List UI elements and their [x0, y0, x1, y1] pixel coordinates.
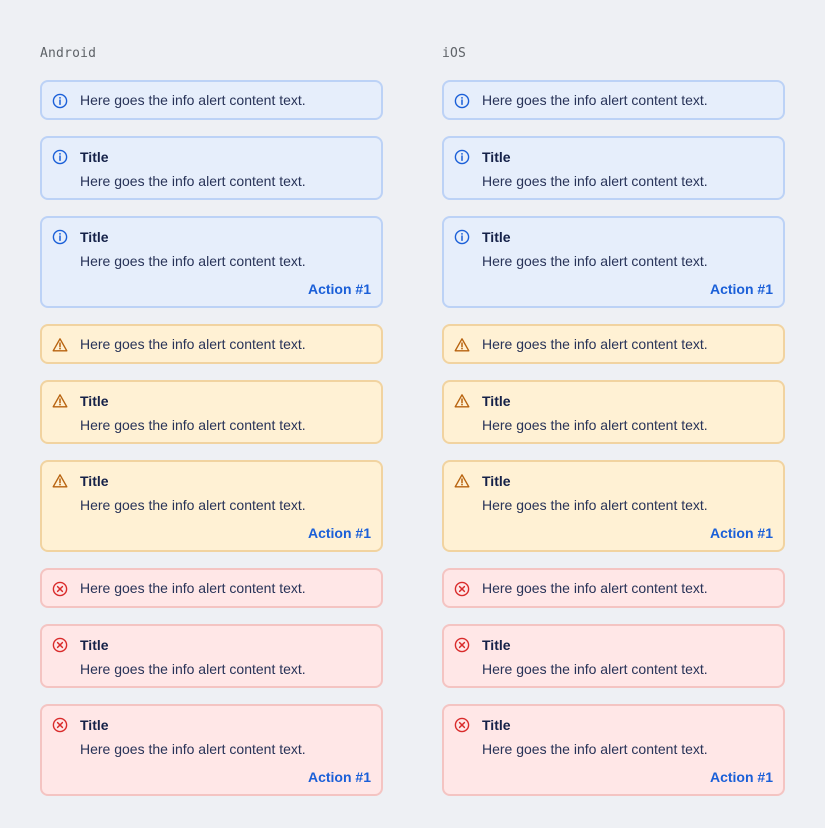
- warning-icon: [52, 393, 68, 409]
- error-icon: [454, 581, 470, 597]
- alert-text: Here goes the info alert content text.: [80, 92, 306, 108]
- error-alert: Here goes the info alert content text.: [40, 568, 383, 608]
- warning-alert-with-title: Title Here goes the info alert content te…: [442, 380, 785, 444]
- error-icon: [454, 717, 470, 733]
- info-alert-with-title: Title Here goes the info alert content te…: [442, 136, 785, 200]
- error-alert-with-action: Title Here goes the info alert content te…: [40, 704, 383, 796]
- alert-text: Here goes the info alert content text.: [482, 741, 708, 757]
- alert-action-button[interactable]: Action #1: [308, 524, 371, 542]
- error-icon: [52, 717, 68, 733]
- alert-action-button[interactable]: Action #1: [710, 524, 773, 542]
- info-alert-with-title: Title Here goes the info alert content te…: [40, 136, 383, 200]
- info-alert: Here goes the info alert content text.: [40, 80, 383, 120]
- alert-text: Here goes the info alert content text.: [80, 173, 306, 189]
- info-alert-with-action: Title Here goes the info alert content te…: [442, 216, 785, 308]
- info-icon: [454, 93, 470, 109]
- warning-alert: Here goes the info alert content text.: [442, 324, 785, 364]
- alert-title: Title: [482, 637, 511, 653]
- alert-text: Here goes the info alert content text.: [482, 661, 708, 677]
- alert-title: Title: [80, 473, 109, 489]
- alert-title: Title: [80, 717, 109, 733]
- info-icon: [52, 229, 68, 245]
- alert-action-button[interactable]: Action #1: [710, 768, 773, 786]
- warning-alert-with-action: Title Here goes the info alert content te…: [40, 460, 383, 552]
- alert-action-button[interactable]: Action #1: [308, 280, 371, 298]
- alert-text: Here goes the info alert content text.: [482, 336, 708, 352]
- alert-text: Here goes the info alert content text.: [482, 497, 708, 513]
- warning-alert: Here goes the info alert content text.: [40, 324, 383, 364]
- alert-action-button[interactable]: Action #1: [308, 768, 371, 786]
- alert-text: Here goes the info alert content text.: [80, 336, 306, 352]
- column-label: Android: [40, 46, 97, 61]
- alert-title: Title: [80, 393, 109, 409]
- error-alert-with-title: Title Here goes the info alert content te…: [442, 624, 785, 688]
- info-icon: [454, 229, 470, 245]
- alert-text: Here goes the info alert content text.: [80, 741, 306, 757]
- alert-title: Title: [482, 149, 511, 165]
- info-alert-with-action: Title Here goes the info alert content te…: [40, 216, 383, 308]
- error-icon: [52, 637, 68, 653]
- alert-title: Title: [482, 393, 511, 409]
- alert-title: Title: [482, 717, 511, 733]
- alert-text: Here goes the info alert content text.: [482, 417, 708, 433]
- warning-icon: [454, 473, 470, 489]
- info-icon: [52, 149, 68, 165]
- error-icon: [52, 581, 68, 597]
- alert-text: Here goes the info alert content text.: [80, 661, 306, 677]
- alert-title: Title: [482, 229, 511, 245]
- warning-icon: [454, 337, 470, 353]
- alert-action-button[interactable]: Action #1: [710, 280, 773, 298]
- warning-icon: [52, 337, 68, 353]
- alert-title: Title: [80, 149, 109, 165]
- alert-title: Title: [80, 229, 109, 245]
- error-alert-with-title: Title Here goes the info alert content te…: [40, 624, 383, 688]
- column-label: iOS: [442, 46, 467, 61]
- alert-title: Title: [482, 473, 511, 489]
- info-icon: [454, 149, 470, 165]
- alert-text: Here goes the info alert content text.: [80, 253, 306, 269]
- warning-icon: [454, 393, 470, 409]
- alert-text: Here goes the info alert content text.: [482, 92, 708, 108]
- warning-alert-with-title: Title Here goes the info alert content te…: [40, 380, 383, 444]
- info-alert: Here goes the info alert content text.: [442, 80, 785, 120]
- error-alert-with-action: Title Here goes the info alert content te…: [442, 704, 785, 796]
- alert-text: Here goes the info alert content text.: [482, 173, 708, 189]
- alert-text: Here goes the info alert content text.: [80, 417, 306, 433]
- warning-alert-with-action: Title Here goes the info alert content te…: [442, 460, 785, 552]
- alert-text: Here goes the info alert content text.: [482, 580, 708, 596]
- warning-icon: [52, 473, 68, 489]
- alert-text: Here goes the info alert content text.: [80, 580, 306, 596]
- alert-title: Title: [80, 637, 109, 653]
- error-icon: [454, 637, 470, 653]
- alert-text: Here goes the info alert content text.: [80, 497, 306, 513]
- error-alert: Here goes the info alert content text.: [442, 568, 785, 608]
- info-icon: [52, 93, 68, 109]
- alert-text: Here goes the info alert content text.: [482, 253, 708, 269]
